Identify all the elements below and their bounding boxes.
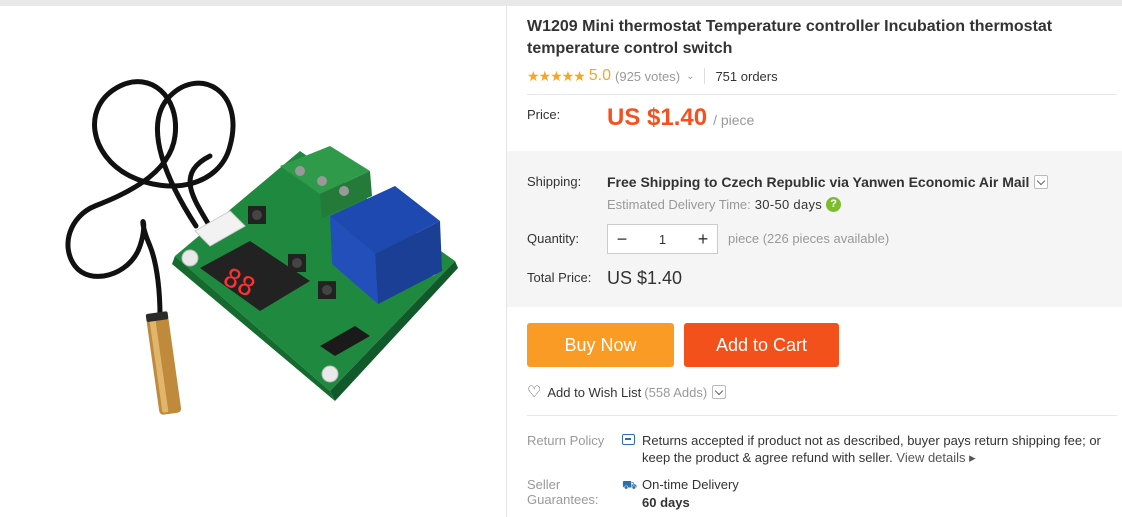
quantity-stepper: − 1 + [607, 224, 718, 254]
return-policy-icon [622, 434, 635, 445]
heart-plus-icon[interactable]: ♡ [527, 382, 541, 402]
return-policy-label: Return Policy [527, 433, 605, 448]
price-value: US $1.40 [607, 104, 708, 131]
view-details-link[interactable]: View details ▸ [896, 450, 975, 465]
estimated-delivery: Estimated Delivery Time: 30-50 days ? [607, 197, 842, 212]
wishlist-row[interactable]: ♡ Add to Wish List (558 Adds) [527, 382, 727, 402]
total-price-value: US $1.40 [607, 268, 683, 288]
return-policy-text: Returns accepted if product not as descr… [642, 432, 1122, 466]
return-policy-description: Returns accepted if product not as descr… [642, 433, 1101, 465]
help-icon[interactable]: ? [826, 197, 842, 212]
wishlist-count: (558 Adds) [644, 384, 708, 400]
estimated-delivery-label: Estimated Delivery Time: [607, 197, 751, 212]
product-title: W1209 Mini thermostat Temperature contro… [527, 18, 1053, 57]
quantity-input[interactable]: 1 [636, 232, 689, 247]
quantity-label: Quantity: [527, 231, 580, 246]
quantity-plus-button[interactable]: + [689, 225, 717, 253]
rating-stars-icon: ★★★★★ [527, 67, 586, 84]
seller-guarantees-label: Seller Guarantees: [527, 477, 599, 507]
chevron-down-icon[interactable] [1034, 175, 1049, 189]
product-image[interactable]: 88 [0, 6, 506, 517]
shipping-label: Shipping: [527, 174, 582, 189]
add-to-cart-button[interactable]: Add to Cart [684, 323, 839, 367]
rating-divider [704, 68, 706, 84]
price-label: Price: [527, 107, 561, 122]
product-image-area: 88 [0, 6, 506, 517]
shipping-method-text: Free Shipping to Czech Republic via Yanw… [607, 174, 1030, 190]
orders-count: 751 orders [715, 68, 778, 84]
estimated-delivery-days: 30-50 days [754, 197, 823, 212]
truck-icon: ⛟ [622, 478, 638, 492]
votes-link[interactable]: (925 votes) [615, 69, 680, 84]
ontime-delivery-label: On-time Delivery [642, 477, 739, 492]
rating-row: ★★★★★ 5.0 (925 votes) ⌄ 751 orders [527, 66, 778, 86]
ontime-delivery-days: 60 days [642, 495, 690, 510]
total-price-label: Total Price: [527, 270, 592, 285]
price-unit: / piece [713, 112, 755, 128]
shipping-method-select[interactable]: Free Shipping to Czech Republic via Yanw… [607, 174, 1049, 190]
wishlist-label[interactable]: Add to Wish List [547, 385, 641, 400]
product-info-panel: W1209 Mini thermostat Temperature contro… [507, 6, 1122, 517]
rating-score: 5.0 [588, 67, 612, 84]
chevron-down-icon[interactable]: ⌄ [686, 71, 694, 82]
quantity-minus-button[interactable]: − [608, 225, 636, 253]
divider [527, 94, 1117, 95]
divider [527, 415, 1117, 416]
price-row: US $1.40 / piece [607, 104, 754, 132]
quantity-available: piece (226 pieces available) [728, 231, 890, 246]
chevron-down-icon[interactable] [712, 385, 727, 399]
buy-now-button[interactable]: Buy Now [527, 323, 674, 367]
